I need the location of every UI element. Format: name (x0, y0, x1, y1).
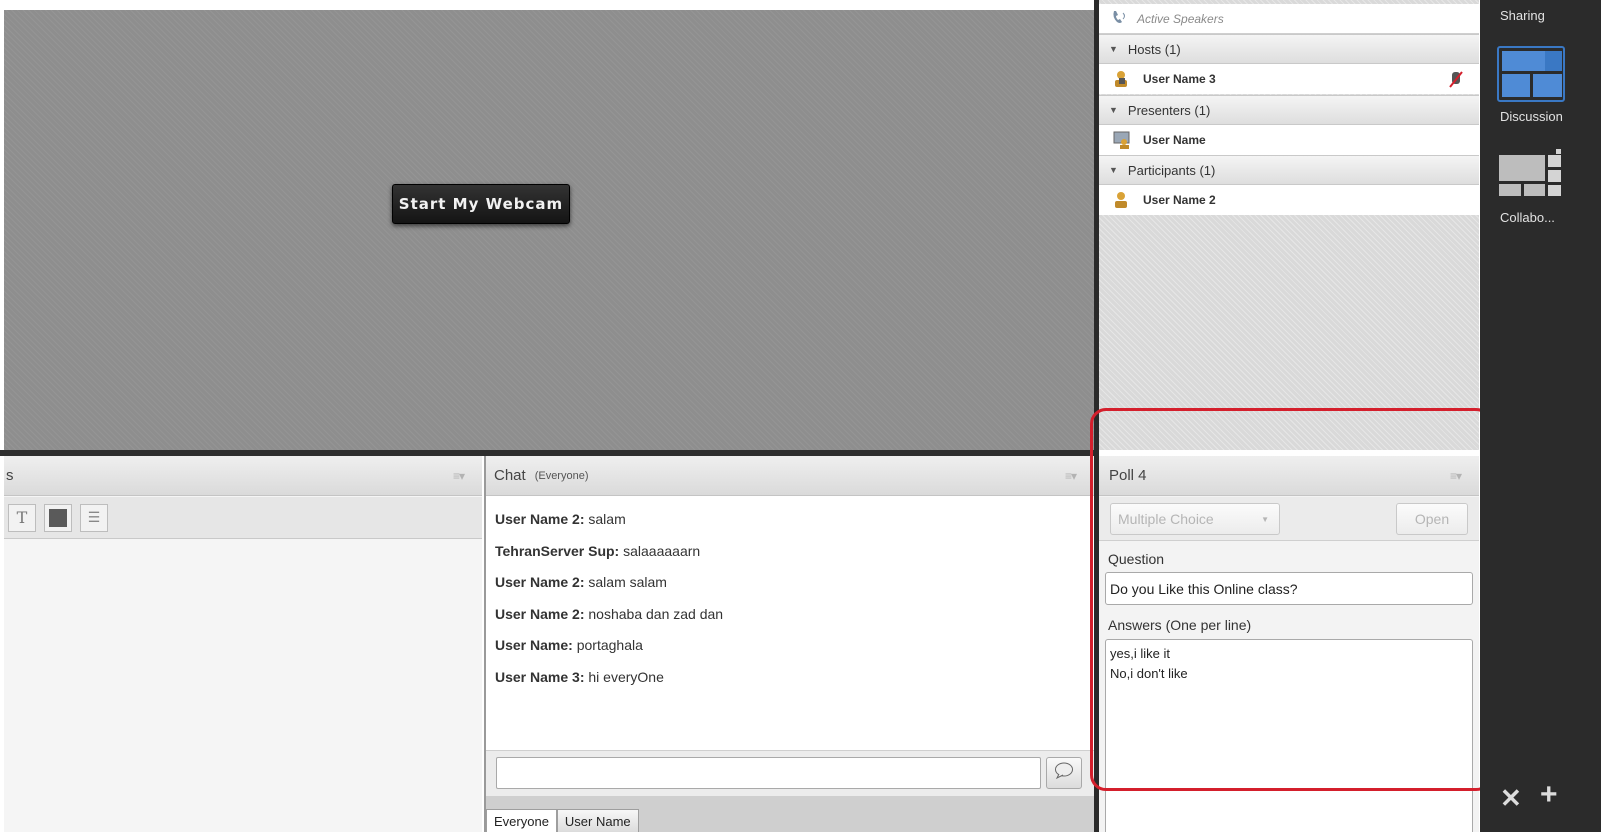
start-webcam-button[interactable]: Start My Webcam (392, 184, 570, 224)
chat-text: noshaba dan zad dan (588, 605, 724, 622)
host-user-icon (1113, 70, 1129, 88)
presenter-user-icon (1113, 131, 1130, 149)
chat-sender: User Name: (495, 637, 573, 654)
pod-menu-icon[interactable]: ≡▾ (1065, 469, 1077, 483)
speaker-phone-icon (1111, 9, 1129, 28)
poll-highlight-box (1090, 408, 1492, 791)
chat-text: portaghala (576, 637, 643, 654)
tab-user-name[interactable]: User Name (556, 809, 639, 832)
attendee-group-label: Presenters (1) (1127, 102, 1211, 118)
layouts-rail (1480, 0, 1601, 832)
mic-muted-icon[interactable] (1449, 71, 1463, 92)
attendee-row[interactable]: User Name 3 (1099, 64, 1479, 94)
chat-message: User Name 3: hi everyOne (495, 668, 1085, 686)
attendee-name: User Name 3 (1143, 72, 1216, 86)
discussion-layout-icon (1502, 51, 1562, 97)
chat-sender: User Name 2: (495, 574, 585, 591)
send-message-button[interactable] (1046, 757, 1082, 789)
close-icon[interactable]: ✕ (1500, 783, 1522, 814)
chat-message: User Name 2: salam (495, 510, 1085, 528)
layout-label-discussion: Discussion (1500, 109, 1563, 124)
chat-text: salam (588, 511, 626, 527)
chat-message: TehranServer Sup: salaaaaaarn (495, 542, 1085, 560)
notes-toolbar: T ☰ (4, 497, 482, 539)
layout-label-collaboration: Collabo... (1500, 210, 1555, 225)
participant-user-icon (1113, 191, 1129, 209)
attendee-row[interactable]: User Name 2 (1099, 185, 1479, 215)
chat-text: salam salam (588, 574, 667, 591)
chat-message-list: User Name 2: salam TehranServer Sup: sal… (495, 510, 1085, 750)
pod-menu-icon[interactable]: ≡▾ (453, 469, 465, 483)
chat-sender: User Name 2: (495, 605, 585, 622)
chat-sender: User Name 3: (495, 668, 585, 685)
chat-text: hi everyOne (588, 668, 664, 685)
speech-bubble-icon (1054, 762, 1074, 784)
attendee-group-label: Hosts (1) (1127, 41, 1181, 57)
list-icon[interactable]: ☰ (80, 503, 108, 532)
tab-everyone[interactable]: Everyone (486, 809, 557, 832)
layout-thumbnail-discussion[interactable] (1497, 46, 1565, 102)
sharing-layout-label[interactable]: Sharing (1500, 8, 1545, 23)
active-speakers-label: Active Speakers (1137, 11, 1224, 26)
collaboration-layout-icon (1499, 149, 1561, 196)
chat-scope: (Everyone) (534, 469, 589, 482)
color-icon[interactable] (44, 503, 72, 532)
chevron-down-icon: ▼ (1109, 105, 1118, 115)
attendee-name: User Name 2 (1143, 193, 1216, 207)
layout-thumbnail-collaboration[interactable] (1499, 149, 1565, 201)
text-format-icon[interactable]: T (8, 503, 36, 532)
chat-message: User Name 2: salam salam (495, 573, 1085, 591)
chat-sender: TehranServer Sup: (495, 542, 620, 559)
chat-input[interactable] (496, 757, 1041, 789)
chat-message: User Name: portaghala (495, 636, 1085, 654)
chat-text: salaaaaaarn (623, 542, 701, 559)
active-speakers-row: Active Speakers (1099, 4, 1479, 34)
attendee-group-presenters[interactable]: ▼ Presenters (1) (1099, 95, 1479, 125)
webcam-pod (4, 10, 1094, 450)
attendee-name: User Name (1143, 133, 1206, 147)
notes-title: s (6, 467, 14, 484)
attendee-group-participants[interactable]: ▼ Participants (1) (1099, 155, 1479, 185)
chat-header: Chat (Everyone) ≡▾ (486, 456, 1094, 496)
chevron-down-icon: ▼ (1109, 165, 1118, 175)
attendee-group-label: Participants (1) (1127, 162, 1216, 178)
chat-title: Chat (494, 467, 526, 484)
attendee-group-hosts[interactable]: ▼ Hosts (1) (1099, 34, 1479, 64)
attendee-row[interactable]: User Name (1099, 125, 1479, 155)
add-layout-icon[interactable]: + (1540, 778, 1558, 812)
notes-header: s ≡▾ (4, 456, 482, 496)
chat-message: User Name 2: noshaba dan zad dan (495, 605, 1085, 623)
chevron-down-icon: ▼ (1109, 44, 1118, 54)
chat-sender: User Name 2: (495, 511, 585, 527)
chat-tab-bar: Everyone User Name (486, 796, 1094, 832)
